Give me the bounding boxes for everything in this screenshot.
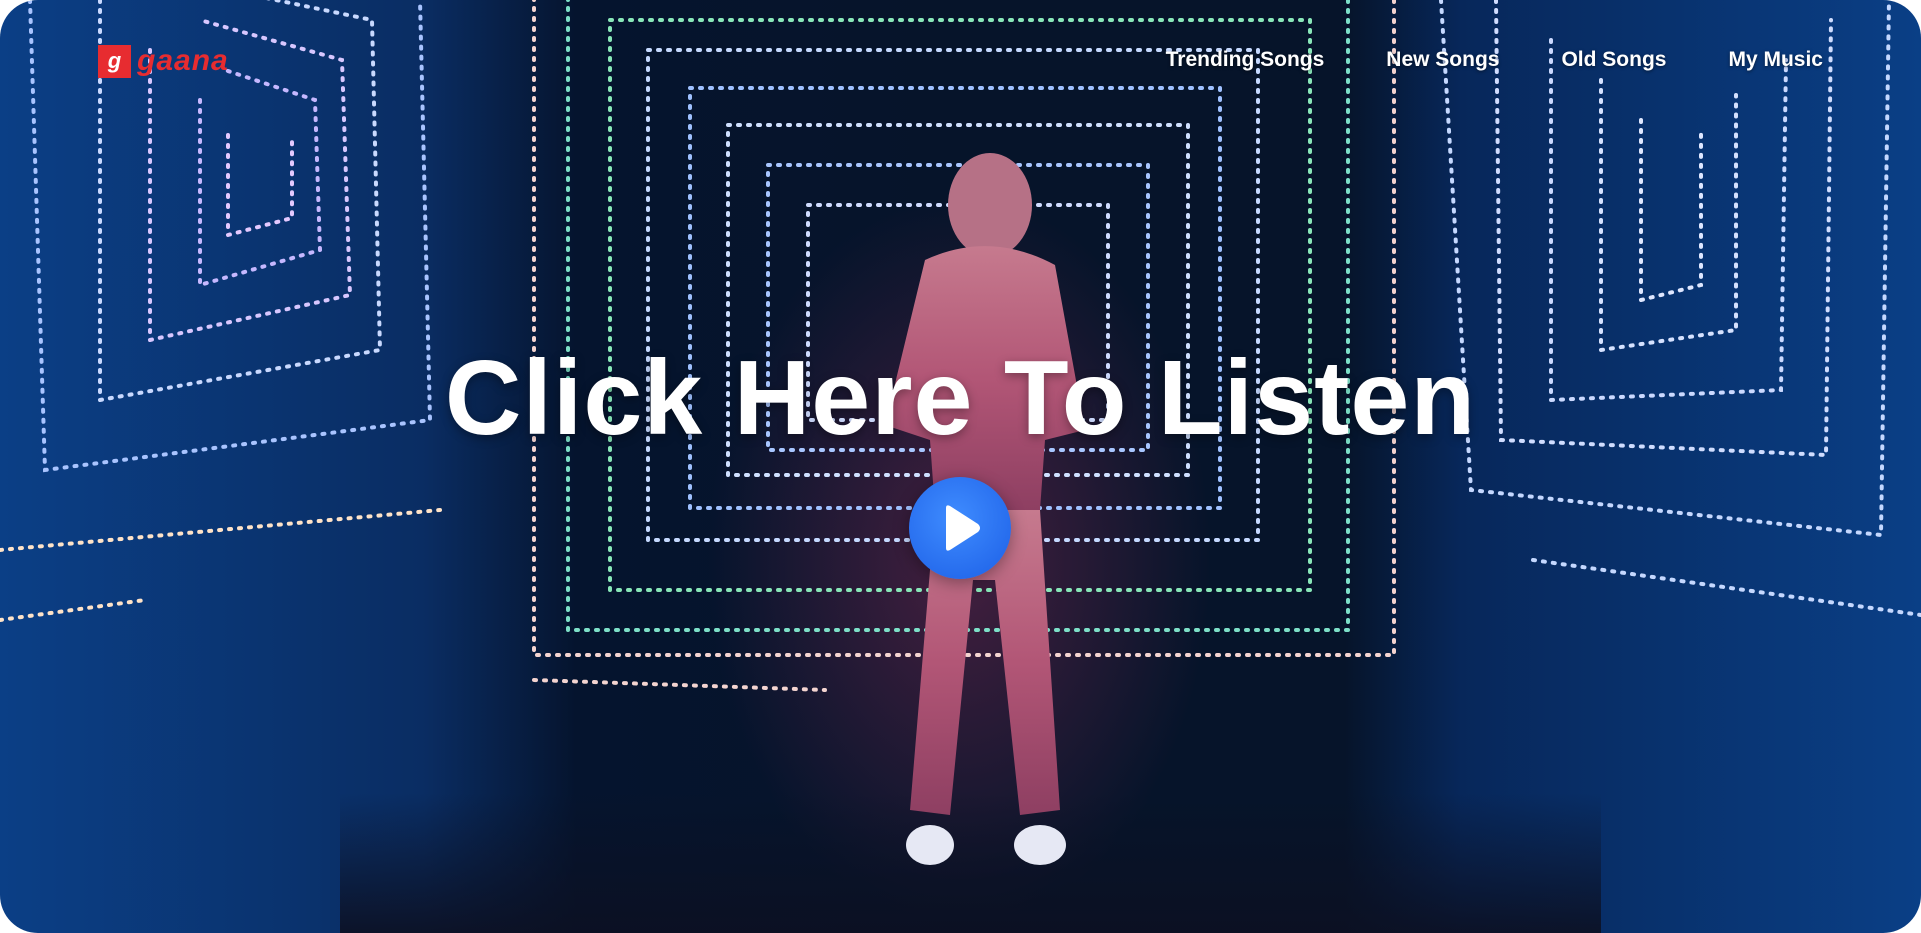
- hero-background: g gaana Trending Songs New Songs Old Son…: [0, 0, 1921, 933]
- play-icon: [946, 505, 980, 551]
- nav-trending-songs[interactable]: Trending Songs: [1166, 48, 1325, 72]
- nav-my-music[interactable]: My Music: [1728, 48, 1823, 72]
- hero-section: Click Here To Listen: [0, 345, 1921, 451]
- top-nav: g gaana Trending Songs New Songs Old Son…: [98, 42, 1823, 78]
- nav-new-songs[interactable]: New Songs: [1386, 48, 1499, 72]
- hero-title[interactable]: Click Here To Listen: [0, 345, 1921, 451]
- nav-links: Trending Songs New Songs Old Songs My Mu…: [1166, 48, 1823, 72]
- gaana-logo[interactable]: g gaana: [98, 44, 229, 78]
- logo-wordmark: gaana: [137, 44, 229, 77]
- play-button[interactable]: [909, 477, 1011, 579]
- nav-old-songs[interactable]: Old Songs: [1561, 48, 1666, 72]
- logo-mark: g: [98, 44, 131, 78]
